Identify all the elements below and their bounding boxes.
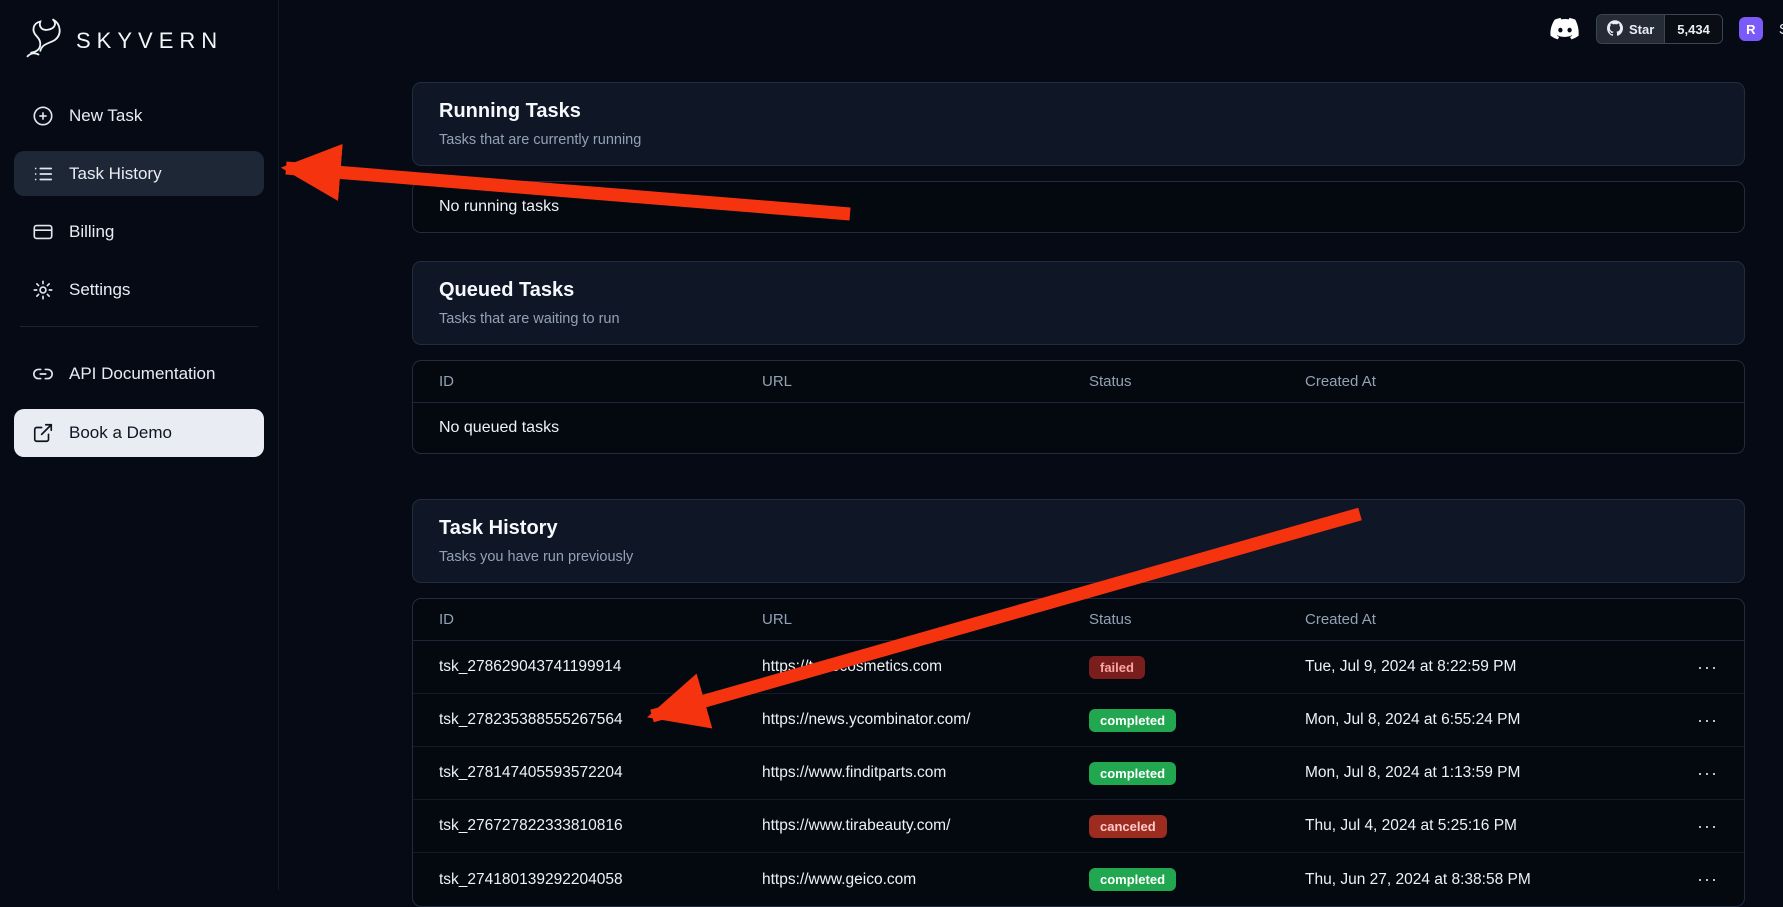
row-actions-button[interactable]: ··· xyxy=(1662,763,1718,784)
task-created-cell: Mon, Jul 8, 2024 at 1:13:59 PM xyxy=(1305,764,1662,782)
status-badge: canceled xyxy=(1089,815,1167,838)
task-url-cell: https://www.geico.com xyxy=(762,871,1089,889)
running-tasks-empty: No running tasks xyxy=(413,182,1744,232)
table-row[interactable]: tsk_278235388555267564 https://news.ycom… xyxy=(413,694,1744,747)
column-header-url: URL xyxy=(762,373,1089,390)
task-url-cell: https://news.ycombinator.com/ xyxy=(762,711,1089,729)
github-star-button[interactable]: Star xyxy=(1597,15,1664,43)
main-content: Running Tasks Tasks that are currently r… xyxy=(412,82,1745,907)
table-row[interactable]: tsk_274180139292204058 https://www.geico… xyxy=(413,853,1744,906)
task-history-rows: tsk_278629043741199914 https://tartecosm… xyxy=(413,641,1744,906)
task-history-title: Task History xyxy=(439,517,1718,540)
status-badge: completed xyxy=(1089,868,1176,891)
column-header-status: Status xyxy=(1089,373,1305,390)
column-header-created-at: Created At xyxy=(1305,373,1662,390)
column-header-status: Status xyxy=(1089,611,1305,628)
github-star-count[interactable]: 5,434 xyxy=(1664,15,1722,43)
column-header-id: ID xyxy=(439,373,762,390)
column-header-created-at: Created At xyxy=(1305,611,1662,628)
sidebar-item-task-history[interactable]: Task History xyxy=(14,151,264,196)
status-badge: completed xyxy=(1089,709,1176,732)
queued-tasks-empty: No queued tasks xyxy=(413,403,1744,453)
running-tasks-header: Running Tasks Tasks that are currently r… xyxy=(412,82,1745,166)
row-actions-button[interactable]: ··· xyxy=(1662,816,1718,837)
plus-circle-icon xyxy=(32,105,54,127)
external-link-icon xyxy=(32,422,54,444)
running-tasks-section: Running Tasks Tasks that are currently r… xyxy=(412,82,1745,233)
queued-tasks-table-header: ID URL Status Created At xyxy=(413,361,1744,403)
table-row[interactable]: tsk_278147405593572204 https://www.findi… xyxy=(413,747,1744,800)
row-actions-button[interactable]: ··· xyxy=(1662,869,1718,890)
sidebar-item-settings[interactable]: Settings xyxy=(14,267,264,312)
running-tasks-body: No running tasks xyxy=(412,181,1745,233)
table-row[interactable]: tsk_276727822333810816 https://www.tirab… xyxy=(413,800,1744,853)
task-id-cell: tsk_276727822333810816 xyxy=(439,817,762,835)
sidebar-nav: New Task Task History Billing Settings xyxy=(14,93,264,457)
sidebar-item-label: Task History xyxy=(69,164,162,184)
avatar[interactable]: R xyxy=(1739,17,1763,41)
task-id-cell: tsk_278147405593572204 xyxy=(439,764,762,782)
running-tasks-title: Running Tasks xyxy=(439,100,1718,123)
task-url-cell: https://tartecosmetics.com xyxy=(762,658,1089,676)
task-id-cell: tsk_278629043741199914 xyxy=(439,658,762,676)
user-label: S xyxy=(1779,21,1783,38)
queued-tasks-table: ID URL Status Created At No queued tasks xyxy=(412,360,1745,454)
sidebar-divider xyxy=(20,326,258,327)
task-history-header: Task History Tasks you have run previous… xyxy=(412,499,1745,583)
row-actions-button[interactable]: ··· xyxy=(1662,657,1718,678)
credit-card-icon xyxy=(32,221,54,243)
status-badge: completed xyxy=(1089,762,1176,785)
github-star-widget[interactable]: Star 5,434 xyxy=(1596,14,1723,44)
table-row[interactable]: tsk_278629043741199914 https://tartecosm… xyxy=(413,641,1744,694)
status-badge: failed xyxy=(1089,656,1145,679)
running-tasks-subtitle: Tasks that are currently running xyxy=(439,132,1718,148)
github-icon xyxy=(1607,20,1623,39)
task-created-cell: Thu, Jun 27, 2024 at 8:38:58 PM xyxy=(1305,871,1662,889)
column-header-id: ID xyxy=(439,611,762,628)
discord-icon[interactable] xyxy=(1550,17,1580,41)
task-created-cell: Mon, Jul 8, 2024 at 6:55:24 PM xyxy=(1305,711,1662,729)
task-url-cell: https://www.finditparts.com xyxy=(762,764,1089,782)
sidebar-item-api-documentation[interactable]: API Documentation xyxy=(14,351,264,396)
brand-name: SKYVERN xyxy=(76,28,223,54)
skyvern-logo[interactable]: SKYVERN xyxy=(14,14,264,83)
queued-tasks-header: Queued Tasks Tasks that are waiting to r… xyxy=(412,261,1745,345)
column-header-url: URL xyxy=(762,611,1089,628)
sidebar-item-book-a-demo[interactable]: Book a Demo xyxy=(14,409,264,457)
sidebar-item-label: New Task xyxy=(69,106,142,126)
row-actions-button[interactable]: ··· xyxy=(1662,710,1718,731)
list-icon xyxy=(32,163,54,185)
topbar: Star 5,434 R S xyxy=(1550,14,1783,44)
sidebar-item-new-task[interactable]: New Task xyxy=(14,93,264,138)
task-history-table: ID URL Status Created At tsk_27862904374… xyxy=(412,598,1745,907)
sidebar-item-label: Book a Demo xyxy=(69,423,172,443)
task-history-section: Task History Tasks you have run previous… xyxy=(412,499,1745,907)
task-created-cell: Tue, Jul 9, 2024 at 8:22:59 PM xyxy=(1305,658,1662,676)
task-history-subtitle: Tasks you have run previously xyxy=(439,549,1718,565)
sidebar-item-label: Billing xyxy=(69,222,114,242)
task-url-cell: https://www.tirabeauty.com/ xyxy=(762,817,1089,835)
sidebar: SKYVERN New Task Task History Billing xyxy=(0,0,279,890)
task-id-cell: tsk_278235388555267564 xyxy=(439,711,762,729)
task-created-cell: Thu, Jul 4, 2024 at 5:25:16 PM xyxy=(1305,817,1662,835)
sidebar-item-label: Settings xyxy=(69,280,130,300)
queued-tasks-subtitle: Tasks that are waiting to run xyxy=(439,311,1718,327)
gear-icon xyxy=(32,279,54,301)
task-history-table-header: ID URL Status Created At xyxy=(413,599,1744,641)
link-icon xyxy=(32,363,54,385)
queued-tasks-title: Queued Tasks xyxy=(439,279,1718,302)
queued-tasks-section: Queued Tasks Tasks that are waiting to r… xyxy=(412,261,1745,454)
skyvern-logo-icon xyxy=(22,16,66,65)
sidebar-item-billing[interactable]: Billing xyxy=(14,209,264,254)
github-star-label: Star xyxy=(1629,22,1654,37)
task-id-cell: tsk_274180139292204058 xyxy=(439,871,762,889)
sidebar-item-label: API Documentation xyxy=(69,364,215,384)
